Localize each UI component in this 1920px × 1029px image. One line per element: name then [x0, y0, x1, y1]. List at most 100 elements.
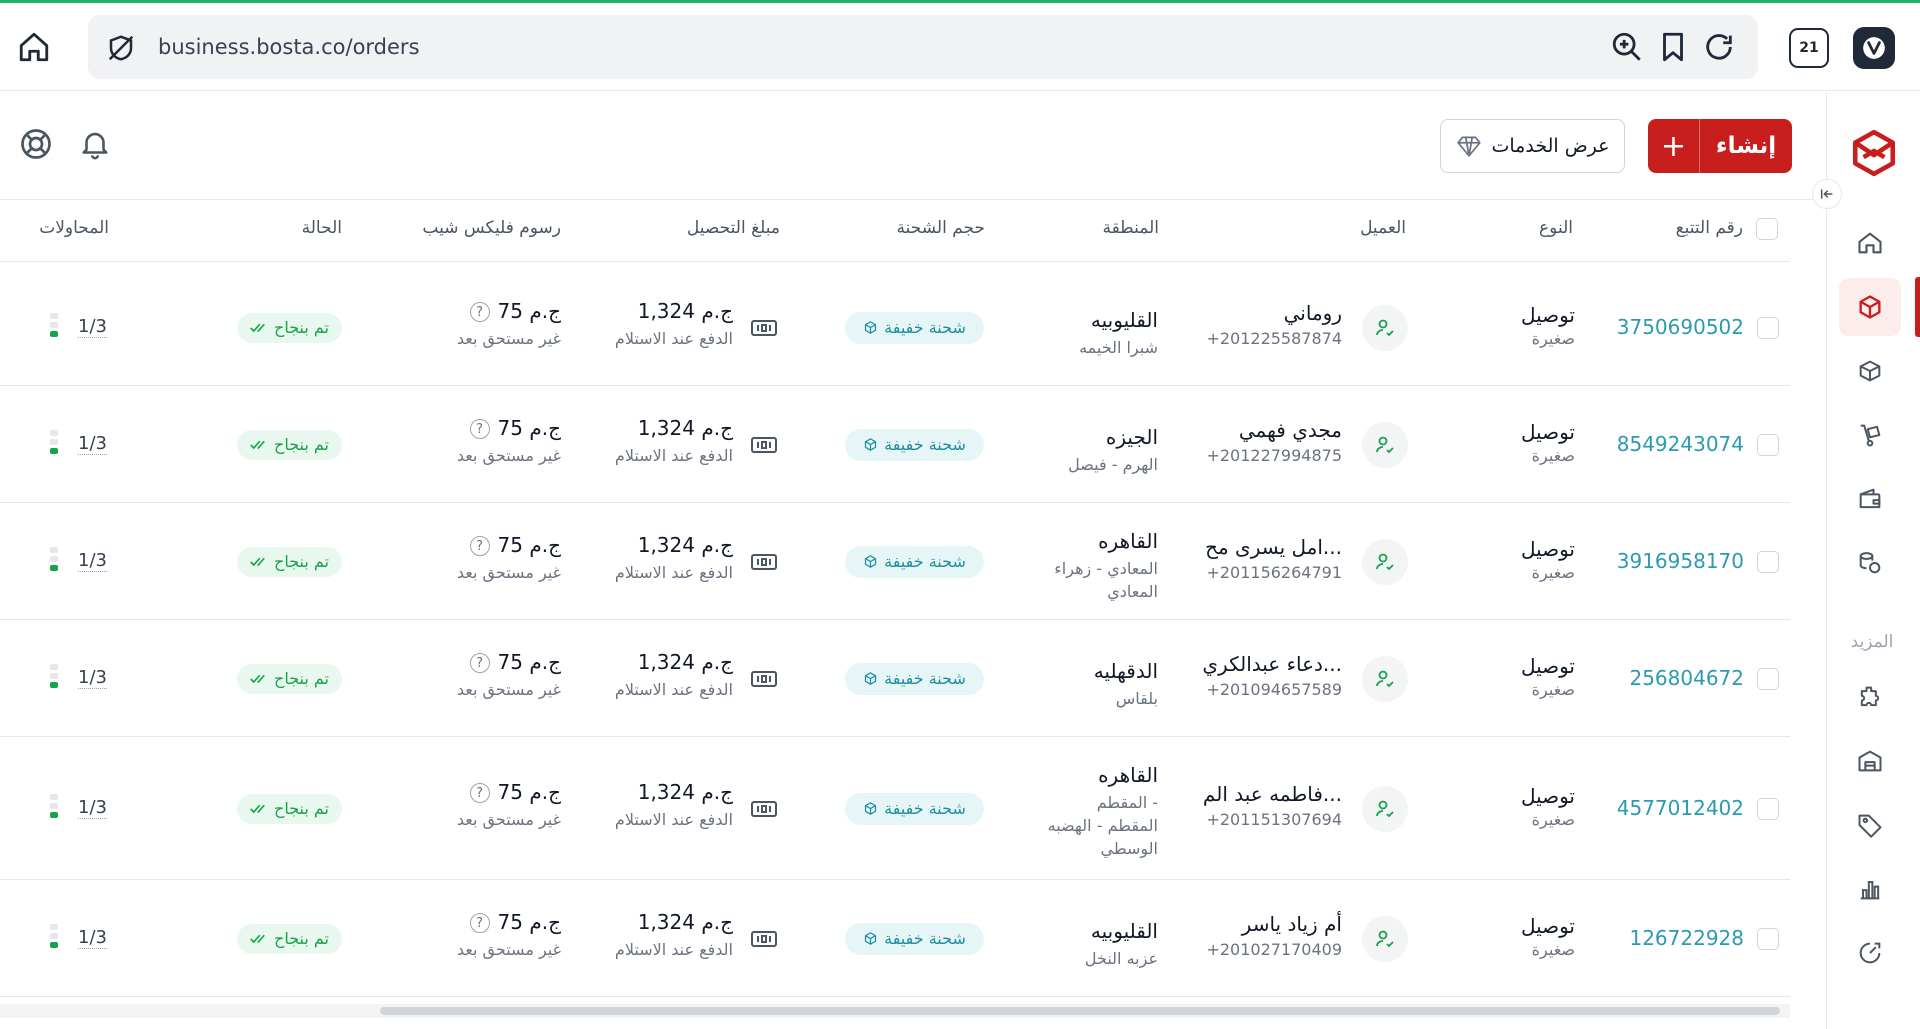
nav-orders[interactable] — [1839, 278, 1901, 336]
order-type-size: صغيرة — [1531, 939, 1575, 959]
shield-off-icon[interactable] — [104, 31, 138, 65]
column-type[interactable]: النوع — [1539, 218, 1573, 238]
attempts-progress — [50, 429, 60, 460]
bosta-logo-icon[interactable] — [1849, 128, 1899, 182]
attempts-progress — [50, 663, 60, 694]
create-button[interactable]: + إنشاء — [1648, 119, 1792, 173]
fee-status: غير مستحق بعد — [456, 328, 561, 348]
notifications-bell-icon[interactable] — [78, 126, 112, 166]
tabs-counter[interactable]: 21 — [1789, 28, 1829, 68]
help-icon[interactable]: ? — [469, 419, 490, 439]
status-label: تم بنجاح — [274, 669, 329, 688]
status-badge: تم بنجاح — [237, 793, 342, 824]
attempts-count[interactable]: 1/3 — [78, 797, 107, 819]
double-check-icon — [250, 557, 265, 566]
shipment-size-badge: شحنة خفيفة — [845, 922, 984, 955]
nav-integrations[interactable] — [1839, 668, 1901, 726]
attempts-count[interactable]: 1/3 — [78, 433, 107, 455]
order-type-size: صغيرة — [1531, 679, 1575, 699]
attempts-count[interactable]: 1/3 — [78, 550, 107, 572]
order-type: توصيل — [1520, 913, 1575, 938]
region-cell: الجيزه الهرم - فيصل — [1068, 425, 1158, 474]
nav-analytics[interactable] — [1839, 860, 1901, 918]
nav-warehouse[interactable] — [1839, 732, 1901, 790]
row-checkbox[interactable] — [1757, 433, 1779, 456]
table-row[interactable]: 3750690502 توصيل صغيرة روماني +201225587874 ا… — [0, 269, 1790, 386]
help-icon[interactable]: ? — [469, 302, 490, 322]
column-fees[interactable]: رسوم فليكس شيب — [422, 218, 561, 238]
column-customer[interactable]: العميل — [1360, 218, 1406, 238]
tracking-number-link[interactable]: 256804672 — [1629, 666, 1744, 690]
help-icon[interactable]: ? — [469, 536, 490, 556]
customer-city: الدقهليه — [1093, 658, 1158, 683]
active-nav-indicator — [1915, 277, 1920, 337]
nav-home[interactable] — [1839, 214, 1901, 272]
horizontal-scrollbar[interactable] — [0, 1004, 1790, 1018]
coins-icon — [1859, 552, 1881, 574]
address-bar[interactable]: business.bosta.co/orders — [88, 15, 1758, 79]
nav-wallet[interactable] — [1839, 470, 1901, 528]
column-tracking[interactable]: رقم التتبع — [1676, 218, 1743, 238]
payment-method: الدفع عند الاستلام — [614, 939, 733, 959]
fee-amount: 75 ج.م — [497, 532, 561, 557]
row-checkbox[interactable] — [1757, 797, 1779, 820]
nav-cash[interactable] — [1839, 534, 1901, 592]
zoom-icon[interactable] — [1610, 30, 1644, 68]
shipment-size-badge: شحنة خفيفة — [845, 792, 984, 825]
row-checkbox[interactable] — [1757, 316, 1779, 339]
customer-phone: +201227994875 — [1206, 445, 1342, 465]
customer-avatar — [1362, 538, 1408, 585]
fees-cell: ? 75 ج.م غير مستحق بعد — [457, 910, 561, 959]
region-cell: القاهره المعادي - زهراء المعادي — [1054, 529, 1158, 601]
row-checkbox[interactable] — [1757, 667, 1779, 690]
speedometer-icon — [1859, 942, 1881, 964]
help-icon[interactable]: ? — [469, 783, 490, 803]
nav-products[interactable] — [1839, 342, 1901, 400]
tracking-number-link[interactable]: 3916958170 — [1617, 549, 1744, 573]
reload-icon[interactable] — [1702, 30, 1736, 68]
box-icon — [865, 802, 877, 815]
select-all-checkbox[interactable] — [1756, 218, 1778, 240]
help-icon[interactable]: ? — [469, 913, 490, 933]
fees-cell: ? 75 ج.م غير مستحق بعد — [457, 299, 561, 348]
nav-pickups[interactable] — [1839, 406, 1901, 464]
table-row[interactable]: 4577012402 توصيل صغيرة فاطمه عبد الم... +201… — [0, 737, 1790, 880]
customer-area: عزبه النخل — [1084, 948, 1158, 968]
horizontal-scroll-thumb[interactable] — [380, 1007, 1780, 1015]
order-type-size: صغيرة — [1531, 328, 1575, 348]
tracking-number-link[interactable]: 8549243074 — [1617, 432, 1744, 456]
tracking-number-link[interactable]: 4577012402 — [1617, 796, 1744, 820]
table-row[interactable]: 256804672 توصيل صغيرة دعاء عبدالكري... +2010… — [0, 620, 1790, 737]
bookmark-icon[interactable] — [1656, 30, 1690, 68]
status-label: تم بنجاح — [274, 435, 329, 454]
table-row[interactable]: 3916958170 توصيل صغيرة امل يسرى مح... +20115… — [0, 503, 1790, 620]
nav-promotions[interactable] — [1839, 796, 1901, 854]
tracking-number-link[interactable]: 126722928 — [1629, 926, 1744, 950]
customer-area: بلقاس — [1115, 688, 1158, 708]
attempts-count[interactable]: 1/3 — [78, 316, 107, 338]
support-lifebuoy-icon[interactable] — [18, 126, 54, 166]
fee-amount-row: ? 75 ج.م — [457, 533, 561, 557]
attempts-count[interactable]: 1/3 — [78, 667, 107, 689]
column-status[interactable]: الحالة — [302, 218, 342, 238]
url-text[interactable]: business.bosta.co/orders — [158, 35, 420, 59]
nav-performance[interactable] — [1839, 924, 1901, 982]
tracking-number-link[interactable]: 3750690502 — [1617, 315, 1744, 339]
column-region[interactable]: المنطقة — [1102, 218, 1159, 238]
table-row[interactable]: 8549243074 توصيل صغيرة مجدي فهمي +2012279948… — [0, 386, 1790, 503]
hand-truck-icon — [1860, 424, 1881, 447]
row-checkbox[interactable] — [1757, 927, 1779, 950]
browser-menu-logo-icon[interactable] — [1853, 27, 1895, 69]
row-checkbox[interactable] — [1757, 550, 1779, 573]
column-cod[interactable]: مبلغ التحصيل — [687, 218, 780, 238]
column-attempts[interactable]: المحاولات — [39, 218, 109, 238]
collapse-sidebar-button[interactable] — [1812, 179, 1842, 209]
column-size[interactable]: حجم الشحنة — [897, 218, 986, 238]
browser-home-button[interactable] — [14, 27, 54, 67]
attempts-progress — [50, 546, 60, 577]
table-row[interactable]: 126722928 توصيل صغيرة أم زياد ياسر +20102717… — [0, 880, 1790, 997]
order-type: توصيل — [1520, 536, 1575, 561]
attempts-count[interactable]: 1/3 — [78, 927, 107, 949]
view-services-button[interactable]: عرض الخدمات — [1440, 119, 1625, 173]
help-icon[interactable]: ? — [469, 653, 490, 673]
